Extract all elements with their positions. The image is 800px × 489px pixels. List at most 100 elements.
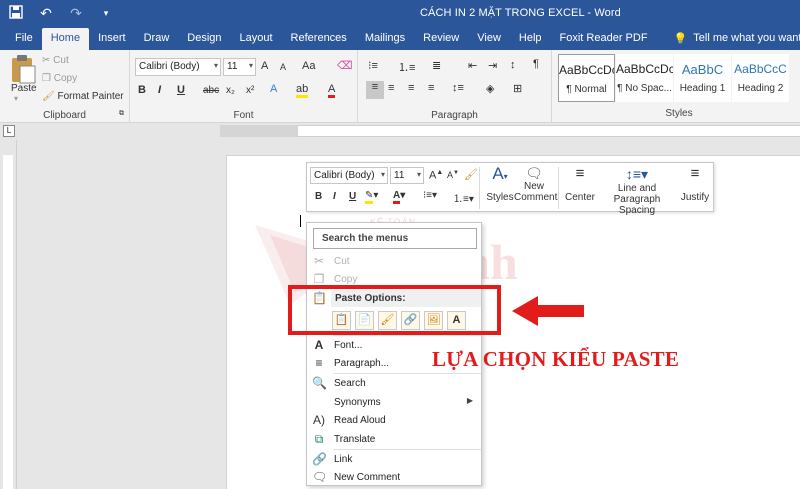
mini-font-select[interactable]: Calibri (Body) ▾ [310,167,388,184]
mini-format-painter-icon[interactable]: 🖌 [464,168,478,181]
menu-item-cut[interactable]: ✂ Cut [307,252,481,271]
bold-button[interactable]: B [138,84,146,96]
menu-item-new-comment[interactable]: 🗨 New Comment [307,468,481,487]
menu-item-search[interactable]: 🔍 Search [307,374,481,393]
copy-label: Copy [53,73,78,84]
format-painter-button[interactable]: 🖌 Format Painter [42,91,124,102]
tab-view[interactable]: View [468,28,510,50]
submenu-arrow-icon: ▶ [466,396,473,405]
menu-item-translate[interactable]: ⧉ Translate [307,430,481,449]
text-effects-icon[interactable]: A [270,83,277,95]
mini-justify-button[interactable]: ≡ Justify [678,165,712,203]
align-center-icon[interactable]: ≡ [388,82,394,94]
tab-layout[interactable]: Layout [231,28,282,50]
tab-references[interactable]: References [282,28,356,50]
paste-dropdown-icon[interactable]: ▾ [14,94,18,103]
save-icon[interactable] [8,5,24,22]
read-aloud-icon: A) [313,413,325,427]
tab-draw[interactable]: Draw [135,28,179,50]
mini-shrink-font-icon[interactable]: A▼ [447,170,459,180]
mini-bold-icon[interactable]: B [315,191,322,202]
style-heading-1[interactable]: AaBbC Heading 1 [674,54,731,102]
chevron-down-icon: ▾ [248,61,253,70]
tab-design[interactable]: Design [178,28,230,50]
text-cursor [300,215,301,227]
menu-item-read-aloud[interactable]: A) Read Aloud [307,411,481,430]
line-spacing-icon[interactable]: ↕≡ [452,82,464,94]
mini-center-button[interactable]: ≡ Center [562,165,598,203]
paste-icon[interactable] [9,54,37,84]
search-menus-input[interactable]: Search the menus [313,228,477,249]
mini-grow-font-icon[interactable]: A▲ [429,169,443,182]
grow-font-button[interactable]: A [261,60,268,72]
tab-review[interactable]: Review [414,28,468,50]
sort-icon[interactable]: ↕ [510,59,516,71]
menu-item-label: Font... [334,340,363,351]
mini-size-select[interactable]: 11 ▾ [390,167,424,184]
translate-icon: ⧉ [314,432,324,446]
tab-foxit[interactable]: Foxit Reader PDF [551,28,657,50]
mini-new-comment-button[interactable]: 🗨 New Comment [514,165,557,203]
vruler-band [3,155,13,489]
style-normal[interactable]: AaBbCcDc ¶ Normal [558,54,615,102]
mini-highlight-icon[interactable]: ✎▾ [365,190,378,204]
bullets-icon[interactable]: ⁝≡ [368,59,378,72]
underline-button[interactable]: U [177,84,185,96]
redo-icon[interactable]: ↷ [68,5,84,22]
style-preview: AaBbCcC [734,62,787,76]
font-size-select[interactable]: 11 ▾ [223,58,256,76]
dialog-launcher-icon[interactable]: ⧉ [119,110,124,118]
subscript-button[interactable]: x₂ [226,85,235,96]
copy-button[interactable]: ❐ Copy [42,73,77,84]
tab-file[interactable]: File [6,28,42,50]
mini-font-color-icon[interactable]: A▾ [393,190,405,204]
menu-item-label: Copy [334,274,358,285]
style-heading-2[interactable]: AaBbCcC Heading 2 [732,54,789,102]
italic-button[interactable]: I [158,84,161,96]
highlight-icon[interactable]: ab [296,83,309,98]
menu-item-synonyms[interactable]: Synonyms ▶ [307,393,481,412]
increase-indent-icon[interactable]: ⇥ [488,59,497,72]
tab-help[interactable]: Help [510,28,551,50]
tab-home[interactable]: Home [41,28,90,50]
title-bar: ↶ ↷ ▾ CÁCH IN 2 MẶT TRONG EXCEL - Word [0,0,800,28]
tab-mailings[interactable]: Mailings [356,28,414,50]
mini-numbering-icon[interactable]: ⒈≡▾ [453,190,474,205]
font-color-icon[interactable]: A [328,83,336,98]
change-case-button[interactable]: Aa [302,60,315,72]
align-right-icon[interactable]: ≡ [408,82,414,94]
mini-italic-icon[interactable]: I [333,191,336,202]
menu-item-link[interactable]: 🔗 Link [307,450,481,469]
multilevel-list-icon[interactable]: ≣ [432,59,441,72]
mini-justify-label: Justify [680,192,710,203]
tab-selector-icon[interactable]: L [3,125,15,137]
align-left-icon[interactable]: ≡ [366,81,384,99]
mini-bullets-icon[interactable]: ⁝≡▾ [423,190,437,201]
superscript-button[interactable]: x² [246,85,254,96]
comment-icon: 🗨 [312,470,328,484]
clear-formatting-icon[interactable]: ⌫ [337,59,353,72]
paste-button[interactable]: Paste [11,83,37,94]
cut-button[interactable]: ✂ Cut [42,55,69,66]
tell-me-box[interactable]: 💡 Tell me what you want to do [665,28,800,50]
style-preview: AaBbCcDc [616,62,673,76]
decrease-indent-icon[interactable]: ⇤ [468,59,477,72]
strikethrough-button[interactable]: abc [203,85,219,96]
mini-underline-icon[interactable]: U [349,191,356,202]
quick-access-toolbar: ↶ ↷ ▾ [8,5,114,22]
shrink-font-button[interactable]: A [280,62,286,72]
borders-icon[interactable]: ⊞ [513,82,522,95]
style-no-spacing[interactable]: AaBbCcDc ¶ No Spac... [616,54,673,102]
shading-icon[interactable]: ◈ [486,82,494,95]
ribbon: Paste ▾ ✂ Cut ❐ Copy 🖌 Format Painter Cl… [0,50,800,123]
justify-icon[interactable]: ≡ [428,82,434,94]
chevron-down-icon: ▾ [416,170,421,179]
numbering-icon[interactable]: ⒈≡ [398,59,415,75]
font-family-select[interactable]: Calibri (Body) ▾ [135,58,221,76]
mini-styles-button[interactable]: A▾ Styles [483,165,517,204]
mini-line-spacing-button[interactable]: ↕≡▾ Line and Paragraph Spacing [598,165,676,216]
undo-icon[interactable]: ↶ [38,5,54,22]
tab-insert[interactable]: Insert [89,28,135,50]
customize-qat-icon[interactable]: ▾ [98,8,114,19]
show-formatting-icon[interactable]: ¶ [533,58,539,70]
